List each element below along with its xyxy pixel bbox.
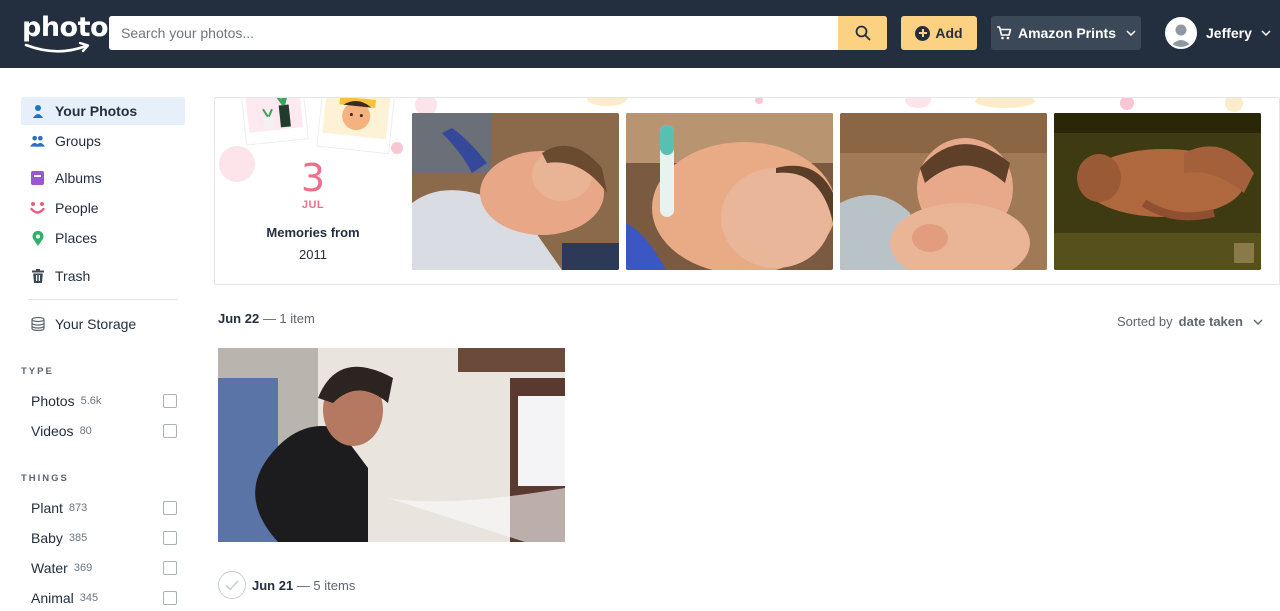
chevron-down-icon xyxy=(1261,30,1271,36)
filter-label: Water xyxy=(31,560,68,576)
album-icon xyxy=(30,171,45,186)
avatar xyxy=(1165,17,1197,49)
user-avatar-icon xyxy=(1167,19,1195,47)
date-group-header: Jun 21 — 5 items xyxy=(252,578,355,593)
memory-photo-thumbnail[interactable] xyxy=(626,113,833,270)
filter-checkbox[interactable] xyxy=(163,531,177,545)
memory-month: JUL xyxy=(301,199,325,211)
face-icon xyxy=(30,201,45,216)
sidebar-item-label: Your Storage xyxy=(55,316,137,332)
filter-label: Photos xyxy=(31,393,75,409)
memory-day: 3 xyxy=(300,156,326,200)
filter-count: 369 xyxy=(73,562,93,574)
sidebar-divider xyxy=(28,299,178,300)
filter-checkbox[interactable] xyxy=(163,501,177,515)
search-input[interactable] xyxy=(109,16,838,50)
user-menu[interactable]: Jeffery xyxy=(1165,17,1271,49)
filter-label: Baby xyxy=(31,530,63,546)
memory-photo-thumbnail[interactable] xyxy=(840,113,1047,270)
sidebar-item-label: Groups xyxy=(55,133,101,149)
memories-card[interactable]: 3 JUL Memories from 2011 xyxy=(214,97,1280,285)
sidebar-item-label: Albums xyxy=(55,170,102,186)
sidebar-item-albums[interactable]: Albums xyxy=(21,164,185,192)
search-button[interactable] xyxy=(838,16,887,50)
filter-checkbox[interactable] xyxy=(163,424,177,438)
add-button-label: Add xyxy=(935,25,963,41)
checkmark-icon xyxy=(225,579,239,591)
sidebar-item-your-photos[interactable]: Your Photos xyxy=(21,97,185,125)
trash-icon xyxy=(30,269,45,284)
filter-baby[interactable]: Baby 385 xyxy=(31,528,177,548)
sidebar-item-people[interactable]: People xyxy=(21,194,185,222)
decor-dot xyxy=(905,98,931,108)
user-name: Jeffery xyxy=(1206,25,1252,41)
date-group-header: Jun 22 — 1 item xyxy=(218,311,315,326)
select-group-checkbox[interactable] xyxy=(218,571,246,599)
photo-thumbnail[interactable] xyxy=(218,348,565,542)
sidebar-item-places[interactable]: Places xyxy=(21,224,185,252)
sidebar-item-label: Places xyxy=(55,230,98,246)
plus-circle-icon xyxy=(915,25,931,41)
sidebar-item-groups[interactable]: Groups xyxy=(21,127,185,155)
amazon-prints-label: Amazon Prints xyxy=(1017,25,1116,41)
filter-count: 345 xyxy=(79,592,99,604)
filter-label: Videos xyxy=(31,423,74,439)
sidebar: Your Photos Groups Albums People Places … xyxy=(0,68,200,611)
chevron-down-icon xyxy=(1126,30,1136,36)
print-cart-icon xyxy=(996,26,1012,40)
date-group-count: — 1 item xyxy=(262,311,315,326)
sort-prefix: Sorted by xyxy=(1117,314,1173,329)
search-bar xyxy=(109,16,887,50)
sort-dropdown[interactable]: Sorted by date taken xyxy=(1117,314,1263,329)
memory-year: 2011 xyxy=(299,247,327,262)
memory-photo-thumbnail[interactable] xyxy=(412,113,619,270)
top-bar: photos Add Amazon Prints xyxy=(0,0,1280,68)
sidebar-item-your-storage[interactable]: Your Storage xyxy=(21,310,185,338)
type-section-label: TYPE xyxy=(21,366,54,377)
filter-animal[interactable]: Animal 345 xyxy=(31,588,177,608)
filter-label: Plant xyxy=(31,500,63,516)
decor-dot xyxy=(1120,98,1134,110)
decor-dot xyxy=(1225,98,1243,112)
filter-water[interactable]: Water 369 xyxy=(31,558,177,578)
decor-dot xyxy=(587,98,627,106)
amazon-photos-logo[interactable]: photos xyxy=(22,12,124,56)
add-button[interactable]: Add xyxy=(901,16,977,50)
date-group-date: Jun 22 xyxy=(218,311,260,326)
location-pin-icon xyxy=(30,230,45,246)
person-icon xyxy=(30,104,45,119)
groups-icon xyxy=(30,134,45,149)
memory-title: Memories from xyxy=(266,225,360,240)
filter-count: 5.6k xyxy=(80,395,102,407)
things-section-label: THINGS xyxy=(21,473,69,484)
filter-label: Animal xyxy=(31,590,74,606)
memories-summary: 3 JUL Memories from 2011 xyxy=(215,98,411,284)
filter-plant[interactable]: Plant 873 xyxy=(31,498,177,518)
smile-arrow-icon xyxy=(24,42,90,53)
filter-count: 80 xyxy=(79,425,92,437)
storage-icon xyxy=(30,317,45,332)
sidebar-item-label: People xyxy=(55,200,99,216)
filter-checkbox[interactable] xyxy=(163,561,177,575)
memories-illustration xyxy=(239,98,396,155)
chevron-down-icon xyxy=(1253,319,1263,325)
search-icon xyxy=(855,25,870,41)
filter-count: 385 xyxy=(68,532,88,544)
filter-count: 873 xyxy=(68,502,88,514)
decor-dot xyxy=(975,98,1035,108)
filter-videos[interactable]: Videos 80 xyxy=(31,421,177,441)
sidebar-item-label: Your Photos xyxy=(55,103,138,119)
sidebar-item-label: Trash xyxy=(55,268,91,284)
sidebar-item-trash[interactable]: Trash xyxy=(21,262,185,290)
date-group-date: Jun 21 xyxy=(252,578,294,593)
filter-checkbox[interactable] xyxy=(163,591,177,605)
sort-value: date taken xyxy=(1178,314,1243,329)
memory-photo-thumbnail[interactable] xyxy=(1054,113,1261,270)
filter-checkbox[interactable] xyxy=(163,394,177,408)
date-group-count: — 5 items xyxy=(296,578,356,593)
amazon-prints-menu[interactable]: Amazon Prints xyxy=(991,16,1141,50)
decor-dot xyxy=(755,98,763,104)
filter-photos[interactable]: Photos 5.6k xyxy=(31,391,177,411)
